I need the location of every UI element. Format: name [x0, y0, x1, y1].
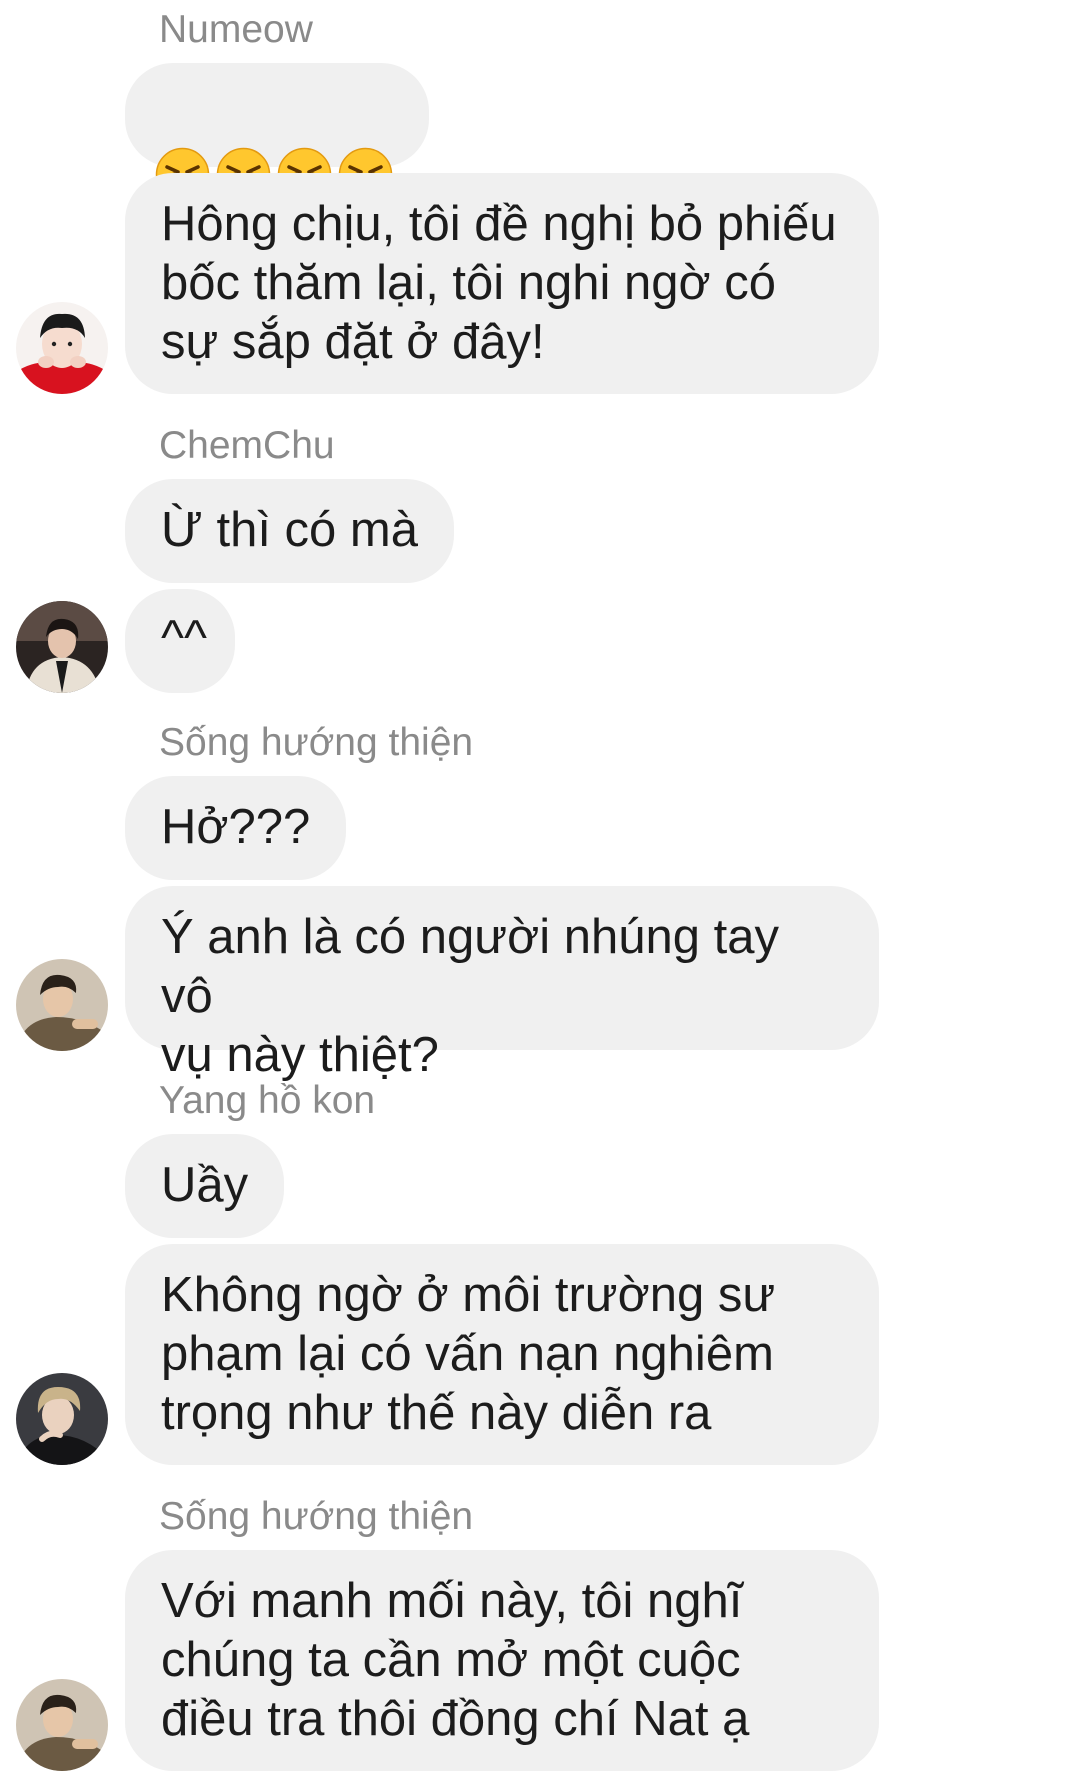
- avatar-image: [16, 1679, 108, 1771]
- message-bubble[interactable]: Với manh mối này, tôi nghĩ chúng ta cần …: [125, 1550, 879, 1771]
- message-bubble-emoji[interactable]: [125, 63, 429, 201]
- sender-name: Sống hướng thiện: [159, 721, 474, 764]
- avatar[interactable]: [16, 959, 108, 1051]
- avatar[interactable]: [16, 302, 108, 394]
- message-bubble[interactable]: Uầy: [125, 1134, 285, 1238]
- sender-name: ChemChu: [159, 424, 335, 467]
- message-bubble[interactable]: Không ngờ ở môi trường sư phạm lại có vấ…: [125, 1244, 879, 1465]
- message-bubble[interactable]: Ý anh là có người nhúng tay vô vụ này th…: [125, 886, 879, 1082]
- avatar-image: [16, 1373, 108, 1465]
- message-bubble[interactable]: ^^: [125, 589, 235, 693]
- message-bubble[interactable]: Hông chịu, tôi đề nghị bỏ phiếu bốc thăm…: [125, 173, 879, 394]
- message-bubble[interactable]: Ừ thì có mà: [125, 479, 454, 583]
- sender-name: Sống hướng thiện: [159, 1495, 474, 1538]
- avatar-image: [16, 601, 108, 693]
- avatar-image: [16, 302, 108, 394]
- avatar-image: [16, 959, 108, 1051]
- sender-name: Yang hồ kon: [159, 1079, 376, 1122]
- sender-name: Numeow: [159, 8, 313, 51]
- avatar[interactable]: [16, 1679, 108, 1771]
- avatar[interactable]: [16, 1373, 108, 1465]
- message-bubble[interactable]: Hở???: [125, 776, 347, 880]
- avatar[interactable]: [16, 601, 108, 693]
